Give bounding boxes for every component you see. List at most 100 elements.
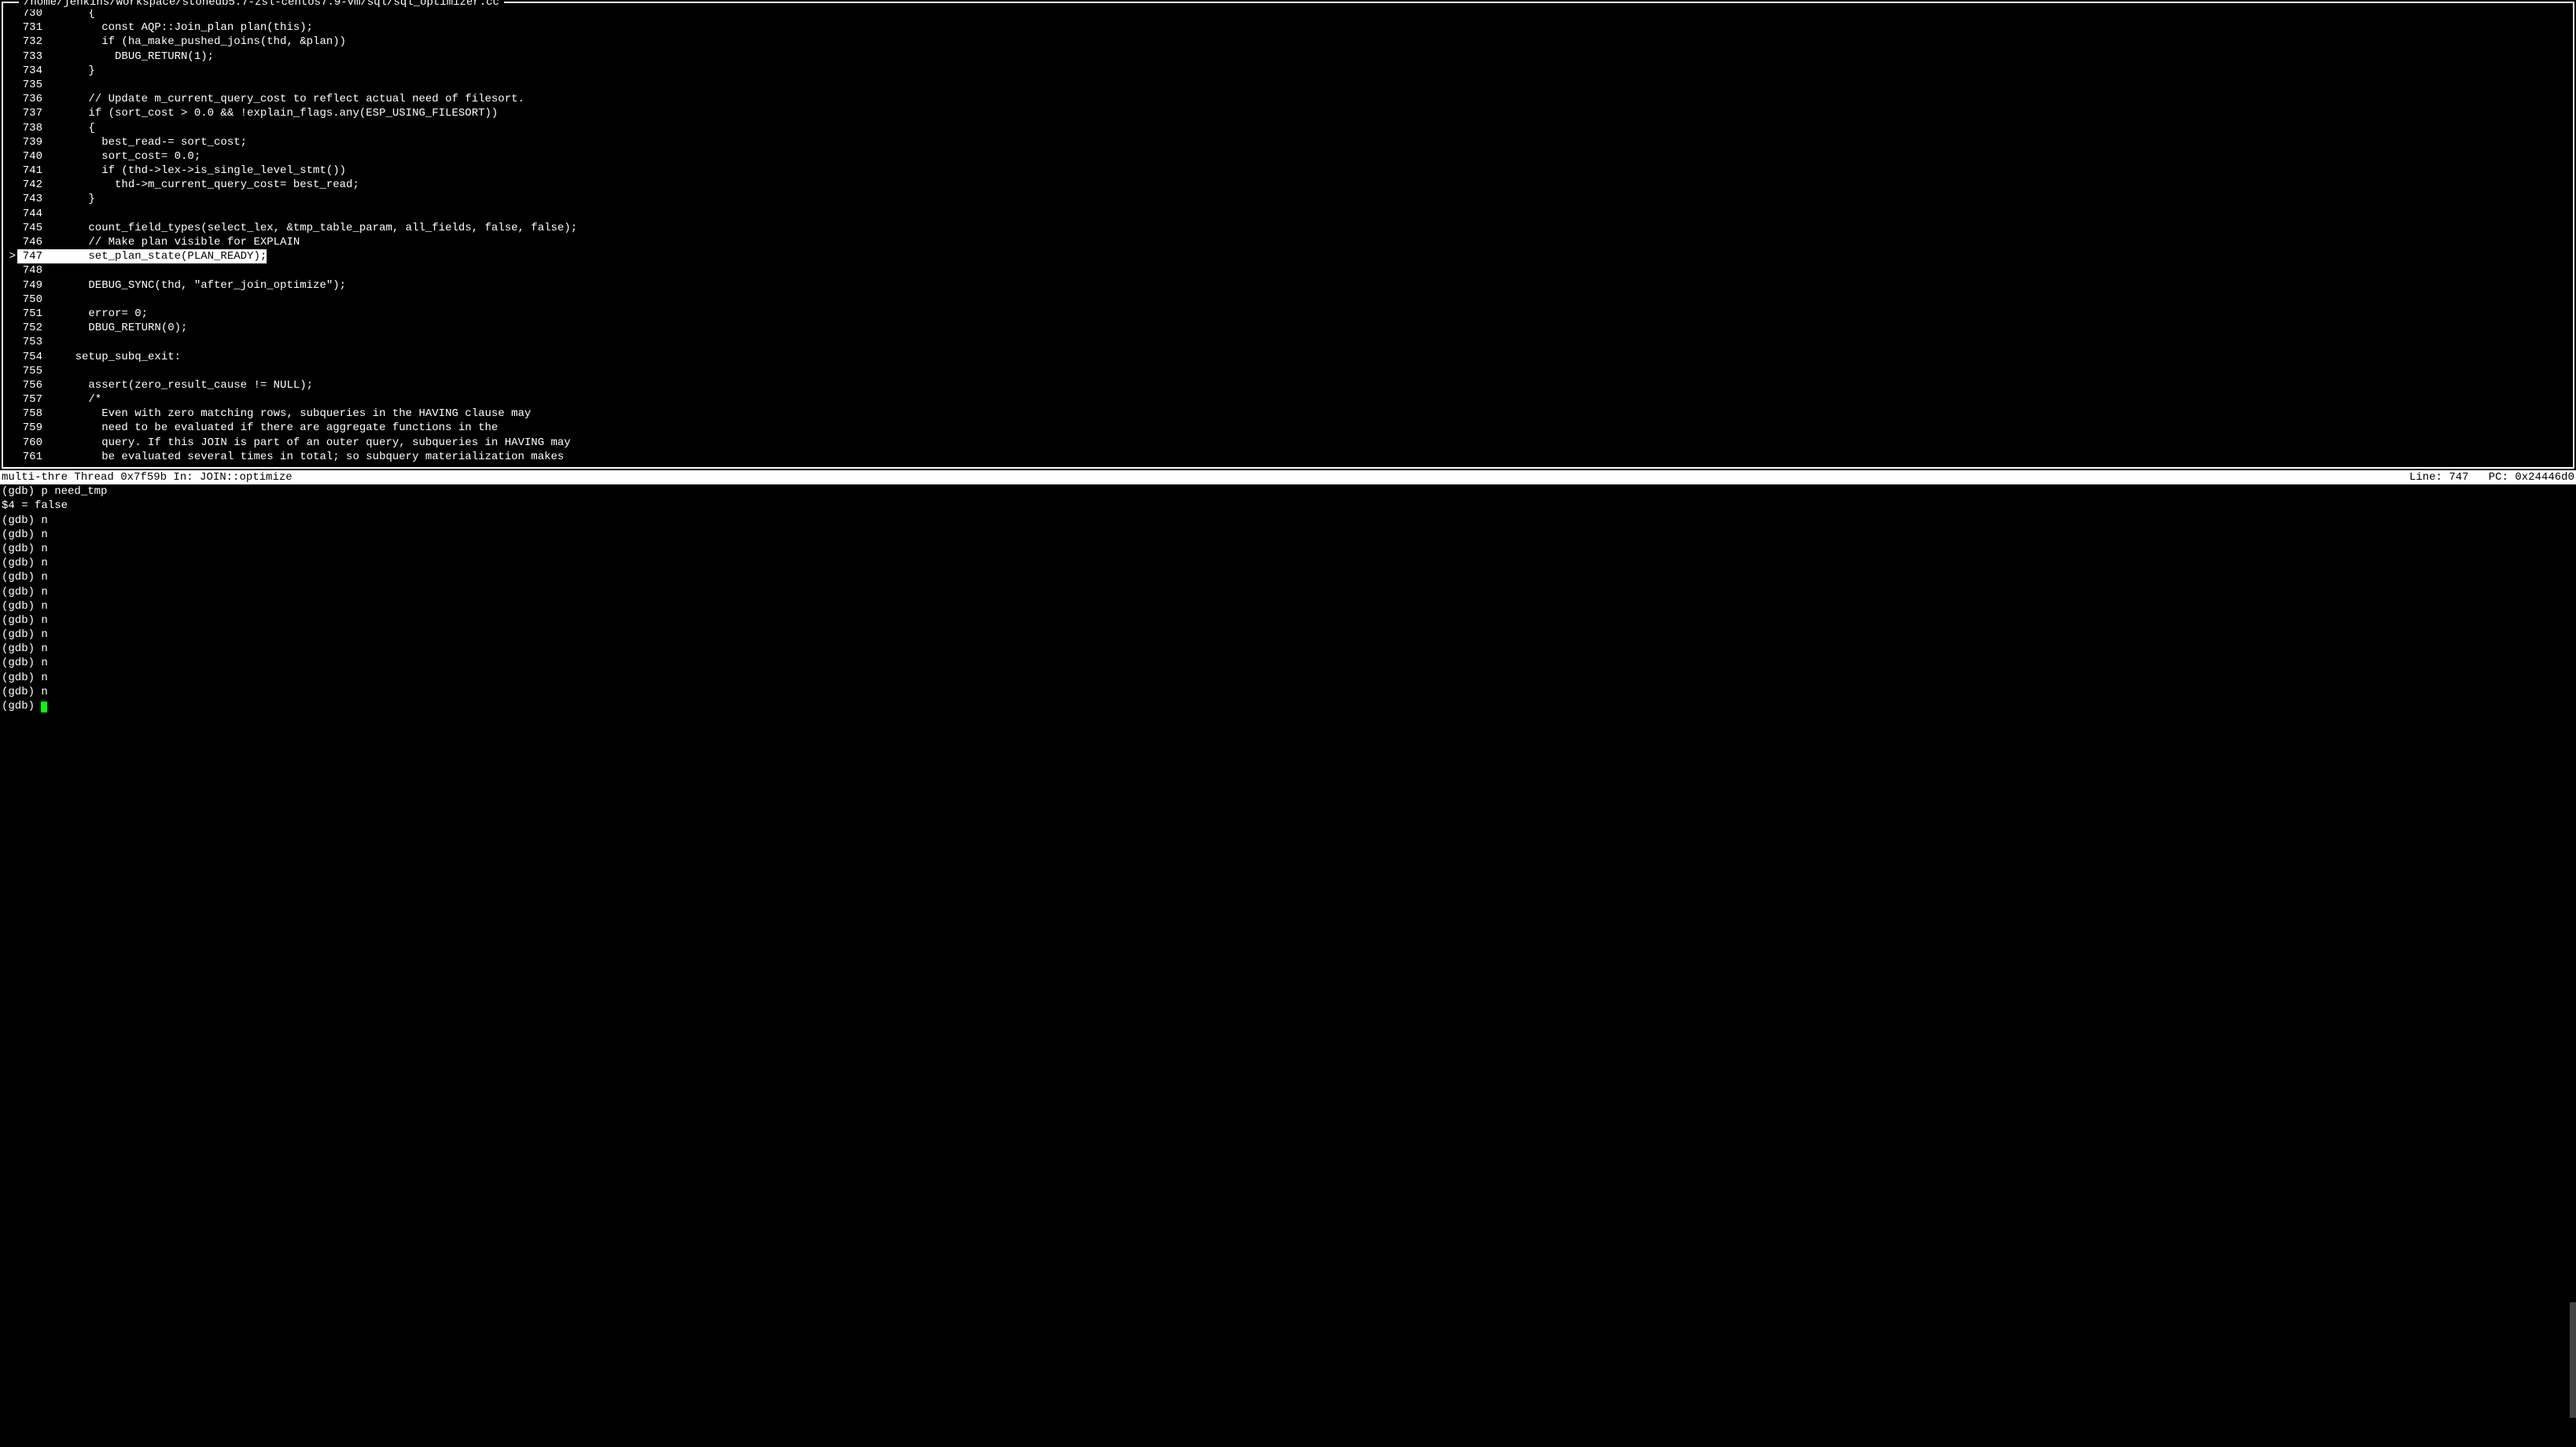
- gutter-mark: [3, 164, 17, 178]
- console-line: (gdb) p need_tmp: [2, 484, 2574, 499]
- gutter-mark: [3, 178, 17, 192]
- console-line: (gdb) n: [2, 514, 2574, 528]
- status-left: multi-thre Thread 0x7f59b In: JOIN::opti…: [2, 470, 293, 484]
- source-line: 740 sort_cost= 0.0;: [3, 149, 2573, 164]
- code-text: }: [49, 192, 2573, 206]
- scrollbar-track[interactable]: [2568, 484, 2576, 1447]
- console-line: (gdb) n: [2, 628, 2574, 642]
- code-text: best_read-= sort_cost;: [49, 135, 2573, 149]
- gutter-mark: [3, 235, 17, 249]
- code-text: if (ha_make_pushed_joins(thd, &plan)): [49, 35, 2573, 49]
- console-line: (gdb) n: [2, 528, 2574, 542]
- scrollbar-thumb[interactable]: [2570, 1302, 2576, 1418]
- source-line: 750: [3, 293, 2573, 307]
- source-line: 732 if (ha_make_pushed_joins(thd, &plan)…: [3, 35, 2573, 49]
- gutter-mark: [3, 307, 17, 321]
- code-text: Even with zero matching rows, subqueries…: [49, 407, 2573, 421]
- code-text: /*: [49, 392, 2573, 407]
- gdb-prompt: (gdb): [2, 700, 41, 712]
- console-line: (gdb) n: [2, 556, 2574, 570]
- line-number: 737: [17, 106, 49, 120]
- line-number: 759: [17, 421, 49, 435]
- code-text: const AQP::Join_plan plan(this);: [49, 20, 2573, 35]
- line-number: 750: [17, 293, 49, 307]
- source-line: 760 query. If this JOIN is part of an ou…: [3, 436, 2573, 450]
- source-line: 741 if (thd->lex->is_single_level_stmt()…: [3, 164, 2573, 178]
- source-line: 756 assert(zero_result_cause != NULL);: [3, 378, 2573, 392]
- source-line: 745 count_field_types(select_lex, &tmp_t…: [3, 221, 2573, 235]
- gutter-mark: [3, 221, 17, 235]
- source-line: 738 {: [3, 121, 2573, 135]
- source-code-area[interactable]: 730 {731 const AQP::Join_plan plan(this)…: [3, 3, 2573, 467]
- line-number: 755: [17, 364, 49, 378]
- line-number: 736: [17, 92, 49, 106]
- line-number: 748: [17, 263, 49, 278]
- gutter-mark: [3, 378, 17, 392]
- code-text: need to be evaluated if there are aggreg…: [49, 421, 2573, 435]
- gdb-prompt-line[interactable]: (gdb): [2, 699, 2574, 713]
- console-line: (gdb) n: [2, 613, 2574, 628]
- line-number: 758: [17, 407, 49, 421]
- code-text: // Make plan visible for EXPLAIN: [49, 235, 2573, 249]
- source-line: 742 thd->m_current_query_cost= best_read…: [3, 178, 2573, 192]
- status-right: Line: 747 PC: 0x24446d0: [2409, 470, 2574, 484]
- source-line: 736 // Update m_current_query_cost to re…: [3, 92, 2573, 106]
- console-line: (gdb) n: [2, 671, 2574, 685]
- code-text: {: [49, 121, 2573, 135]
- source-line: 734 }: [3, 64, 2573, 78]
- code-text: if (thd->lex->is_single_level_stmt()): [49, 164, 2573, 178]
- line-number: 735: [17, 78, 49, 92]
- console-line: $4 = false: [2, 499, 2574, 513]
- gutter-mark: [3, 106, 17, 120]
- source-line: 751 error= 0;: [3, 307, 2573, 321]
- code-text: [49, 78, 2573, 92]
- cursor: [41, 701, 47, 712]
- code-text: [49, 364, 2573, 378]
- gutter-mark: [3, 135, 17, 149]
- source-line: 759 need to be evaluated if there are ag…: [3, 421, 2573, 435]
- gutter-mark: [3, 149, 17, 164]
- gutter-mark: [3, 207, 17, 221]
- source-line: 753: [3, 335, 2573, 349]
- gutter-mark: [3, 335, 17, 349]
- console-line: (gdb) n: [2, 570, 2574, 584]
- gutter-mark: [3, 436, 17, 450]
- line-number: 754: [17, 350, 49, 364]
- gdb-console[interactable]: (gdb) p need_tmp$4 = false(gdb) n(gdb) n…: [0, 484, 2576, 1447]
- status-bar: multi-thre Thread 0x7f59b In: JOIN::opti…: [0, 470, 2576, 484]
- source-line: 746 // Make plan visible for EXPLAIN: [3, 235, 2573, 249]
- code-text: thd->m_current_query_cost= best_read;: [49, 178, 2573, 192]
- gdb-tui-screen: /home/jenkins/workspace/stonedb5.7-zsl-c…: [0, 0, 2576, 1447]
- line-number: 732: [17, 35, 49, 49]
- line-number: 751: [17, 307, 49, 321]
- code-text: DBUG_RETURN(1);: [49, 50, 2573, 64]
- source-line: 739 best_read-= sort_cost;: [3, 135, 2573, 149]
- line-number: 743: [17, 192, 49, 206]
- gutter-mark: [3, 50, 17, 64]
- source-line: 761 be evaluated several times in total;…: [3, 450, 2573, 464]
- gutter-mark: [3, 20, 17, 35]
- line-number: 757: [17, 392, 49, 407]
- console-line: (gdb) n: [2, 585, 2574, 599]
- gutter-mark: [3, 364, 17, 378]
- source-line: 757 /*: [3, 392, 2573, 407]
- source-line: 748: [3, 263, 2573, 278]
- gutter-mark: [3, 450, 17, 464]
- gutter-mark: [3, 263, 17, 278]
- gutter-mark: [3, 192, 17, 206]
- code-text: [49, 293, 2573, 307]
- line-number: 741: [17, 164, 49, 178]
- code-text: [49, 335, 2573, 349]
- gutter-mark: [3, 121, 17, 135]
- code-text: DBUG_RETURN(0);: [49, 321, 2573, 335]
- gutter-mark: [3, 6, 17, 20]
- code-text: sort_cost= 0.0;: [49, 149, 2573, 164]
- source-line: 758 Even with zero matching rows, subque…: [3, 407, 2573, 421]
- line-number: 745: [17, 221, 49, 235]
- source-line: 744: [3, 207, 2573, 221]
- source-line: 755: [3, 364, 2573, 378]
- line-number: 746: [17, 235, 49, 249]
- gutter-mark: [3, 407, 17, 421]
- source-line: 731 const AQP::Join_plan plan(this);: [3, 20, 2573, 35]
- code-text: // Update m_current_query_cost to reflec…: [49, 92, 2573, 106]
